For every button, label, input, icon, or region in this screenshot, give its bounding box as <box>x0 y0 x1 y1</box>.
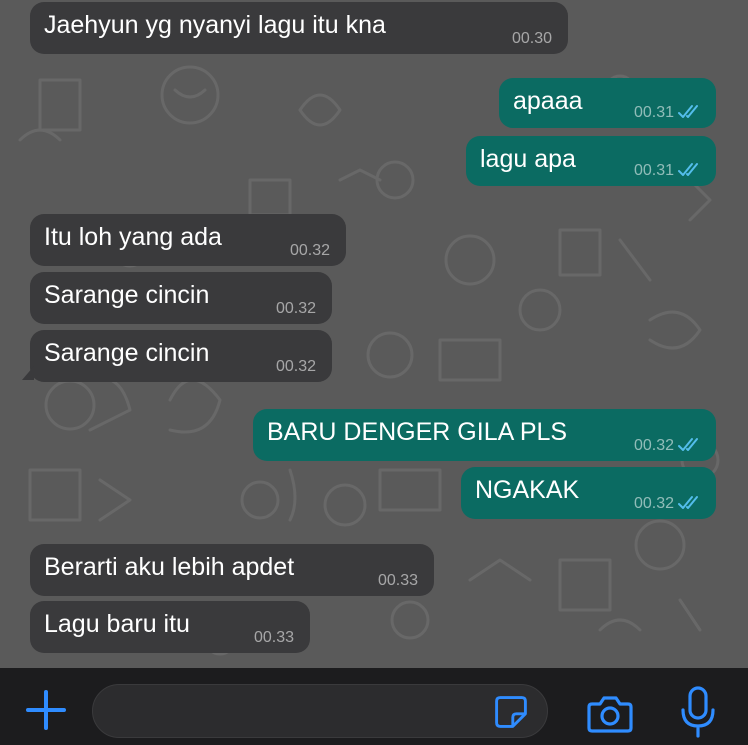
message-text: Lagu baru itu <box>44 610 190 638</box>
read-receipt-icon <box>678 105 698 118</box>
read-receipt-icon <box>678 438 698 451</box>
message-text: Jaehyun yg nyanyi lagu itu kna <box>44 11 386 39</box>
message-time: 00.32 <box>275 358 316 375</box>
bubble-tail <box>22 366 34 380</box>
message-text: Itu loh yang ada <box>44 223 222 251</box>
message-text: apaaa <box>513 87 583 115</box>
chat-area[interactable]: Jaehyun yg nyanyi lagu itu kna 00.30 apa… <box>0 0 748 668</box>
read-receipt-icon <box>678 163 698 176</box>
message-text: Berarti aku lebih apdet <box>44 553 295 581</box>
microphone-icon[interactable] <box>678 686 718 738</box>
message-bubble-outgoing[interactable]: lagu apa 00.31 <box>466 136 716 186</box>
message-text: lagu apa <box>480 145 576 173</box>
message-bubble-incoming[interactable]: Itu loh yang ada 00.32 <box>30 214 346 266</box>
message-bubble-incoming[interactable]: Jaehyun yg nyanyi lagu itu kna 00.30 <box>30 2 568 54</box>
message-text: Sarange cincin <box>44 281 210 309</box>
message-time: 00.31 <box>633 162 674 179</box>
message-time: 00.32 <box>275 300 316 317</box>
plus-icon[interactable] <box>24 688 68 732</box>
message-text: BARU DENGER GILA PLS <box>267 418 568 446</box>
message-input[interactable] <box>92 684 548 738</box>
message-bubble-outgoing[interactable]: BARU DENGER GILA PLS 00.32 <box>253 409 716 461</box>
message-bubble-outgoing[interactable]: NGAKAK 00.32 <box>461 467 716 519</box>
message-time: 00.32 <box>633 495 674 512</box>
message-time: 00.32 <box>633 437 674 454</box>
message-bubble-incoming[interactable]: Berarti aku lebih apdet 00.33 <box>30 544 434 596</box>
message-bubble-incoming[interactable]: Sarange cincin 00.32 <box>22 330 332 382</box>
sticker-icon[interactable] <box>493 694 529 730</box>
message-input-bar <box>0 668 748 745</box>
message-bubble-incoming[interactable]: Lagu baru itu 00.33 <box>30 601 310 653</box>
read-receipt-icon <box>678 496 698 509</box>
message-text: NGAKAK <box>475 476 580 504</box>
message-bubble-outgoing[interactable]: apaaa 00.31 <box>499 78 716 128</box>
message-time: 00.30 <box>511 30 552 47</box>
message-text: Sarange cincin <box>44 339 210 367</box>
message-time: 00.33 <box>377 572 418 589</box>
camera-icon[interactable] <box>586 694 634 734</box>
message-time: 00.31 <box>633 104 674 121</box>
message-time: 00.32 <box>289 242 330 259</box>
message-time: 00.33 <box>253 629 294 646</box>
message-bubble-incoming[interactable]: Sarange cincin 00.32 <box>30 272 332 324</box>
